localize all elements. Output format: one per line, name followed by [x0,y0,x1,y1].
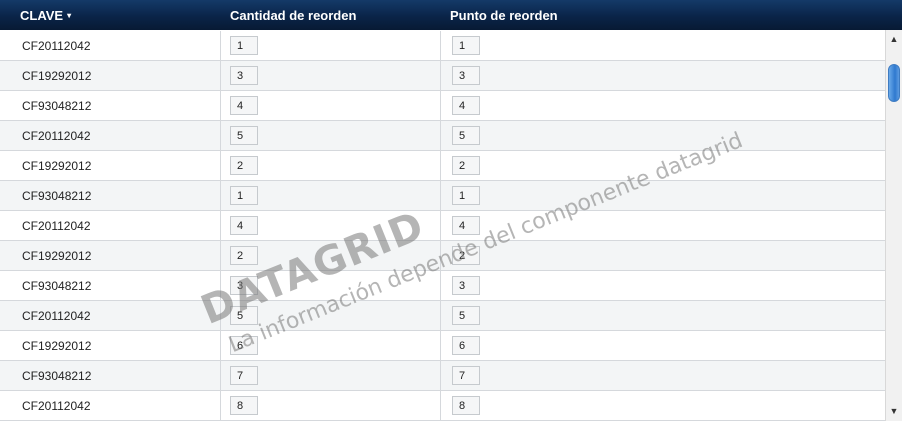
punto-reorden-input[interactable]: 3 [452,66,480,85]
column-header-clave[interactable]: CLAVE ▾ [20,0,71,30]
column-divider [440,331,441,361]
punto-reorden-input[interactable]: 7 [452,366,480,385]
cantidad-reorden-input[interactable]: 2 [230,246,258,265]
column-divider [220,271,221,301]
cantidad-reorden-input[interactable]: 1 [230,186,258,205]
cantidad-reorden-input[interactable]: 4 [230,216,258,235]
cell-clave: CF19292012 [22,339,92,353]
sort-desc-icon[interactable]: ▾ [67,11,71,20]
cantidad-reorden-input[interactable]: 5 [230,306,258,325]
table-row[interactable]: CF19292012 2 2 [0,151,885,181]
punto-reorden-input[interactable]: 2 [452,156,480,175]
table-row[interactable]: CF20112042 8 8 [0,391,885,421]
datagrid: CLAVE ▾ Cantidad de reorden Punto de reor… [0,0,902,421]
table-row[interactable]: CF93048212 3 3 [0,271,885,301]
column-divider [220,301,221,331]
grid-body: CF20112042 1 1 CF19292012 3 3 CF93048212 4 4 CF20… [0,31,885,421]
cell-clave: CF93048212 [22,369,92,383]
cell-clave: CF93048212 [22,279,92,293]
cantidad-reorden-input[interactable]: 5 [230,126,258,145]
vertical-scrollbar[interactable]: ▲ ▼ [885,30,902,421]
column-header-clave-label: CLAVE [20,8,64,23]
cantidad-reorden-input[interactable]: 4 [230,96,258,115]
scroll-up-icon[interactable]: ▲ [886,32,902,46]
column-divider [440,241,441,271]
scroll-down-icon[interactable]: ▼ [886,404,902,418]
column-divider [220,331,221,361]
cantidad-reorden-input[interactable]: 6 [230,336,258,355]
table-row[interactable]: CF20112042 5 5 [0,301,885,331]
column-divider [440,361,441,391]
column-divider [220,391,221,421]
punto-reorden-input[interactable]: 5 [452,126,480,145]
column-divider [220,211,221,241]
column-divider [440,211,441,241]
cell-clave: CF93048212 [22,99,92,113]
punto-reorden-input[interactable]: 4 [452,216,480,235]
column-divider [440,391,441,421]
column-divider [220,361,221,391]
table-row[interactable]: CF93048212 4 4 [0,91,885,121]
cantidad-reorden-input[interactable]: 2 [230,156,258,175]
table-row[interactable]: CF93048212 7 7 [0,361,885,391]
column-divider [220,241,221,271]
cell-clave: CF19292012 [22,159,92,173]
cell-clave: CF93048212 [22,189,92,203]
column-divider [440,151,441,181]
punto-reorden-input[interactable]: 4 [452,96,480,115]
column-divider [440,121,441,151]
cantidad-reorden-input[interactable]: 3 [230,276,258,295]
column-divider [220,121,221,151]
column-divider [440,181,441,211]
column-divider [440,271,441,301]
cell-clave: CF20112042 [22,129,91,143]
punto-reorden-input[interactable]: 2 [452,246,480,265]
cell-clave: CF20112042 [22,219,91,233]
table-row[interactable]: CF19292012 6 6 [0,331,885,361]
cantidad-reorden-input[interactable]: 3 [230,66,258,85]
punto-reorden-input[interactable]: 6 [452,336,480,355]
punto-reorden-input[interactable]: 3 [452,276,480,295]
punto-reorden-input[interactable]: 1 [452,186,480,205]
scrollbar-thumb[interactable] [888,64,900,102]
cell-clave: CF19292012 [22,69,92,83]
punto-reorden-input[interactable]: 8 [452,396,480,415]
cell-clave: CF20112042 [22,309,91,323]
table-row[interactable]: CF93048212 1 1 [0,181,885,211]
column-divider [220,91,221,121]
table-row[interactable]: CF19292012 3 3 [0,61,885,91]
column-divider [440,301,441,331]
column-divider [220,61,221,91]
table-row[interactable]: CF20112042 4 4 [0,211,885,241]
table-row[interactable]: CF20112042 5 5 [0,121,885,151]
column-divider [220,181,221,211]
table-row[interactable]: CF19292012 2 2 [0,241,885,271]
column-divider [440,61,441,91]
column-header-punto[interactable]: Punto de reorden [450,0,558,30]
cell-clave: CF19292012 [22,249,92,263]
punto-reorden-input[interactable]: 5 [452,306,480,325]
column-divider [220,31,221,61]
column-divider [440,31,441,61]
table-row[interactable]: CF20112042 1 1 [0,31,885,61]
punto-reorden-input[interactable]: 1 [452,36,480,55]
cell-clave: CF20112042 [22,399,91,413]
cantidad-reorden-input[interactable]: 7 [230,366,258,385]
cantidad-reorden-input[interactable]: 8 [230,396,258,415]
grid-header: CLAVE ▾ Cantidad de reorden Punto de reor… [0,0,902,30]
column-divider [220,151,221,181]
column-divider [440,91,441,121]
cantidad-reorden-input[interactable]: 1 [230,36,258,55]
column-header-cantidad[interactable]: Cantidad de reorden [230,0,356,30]
cell-clave: CF20112042 [22,39,91,53]
